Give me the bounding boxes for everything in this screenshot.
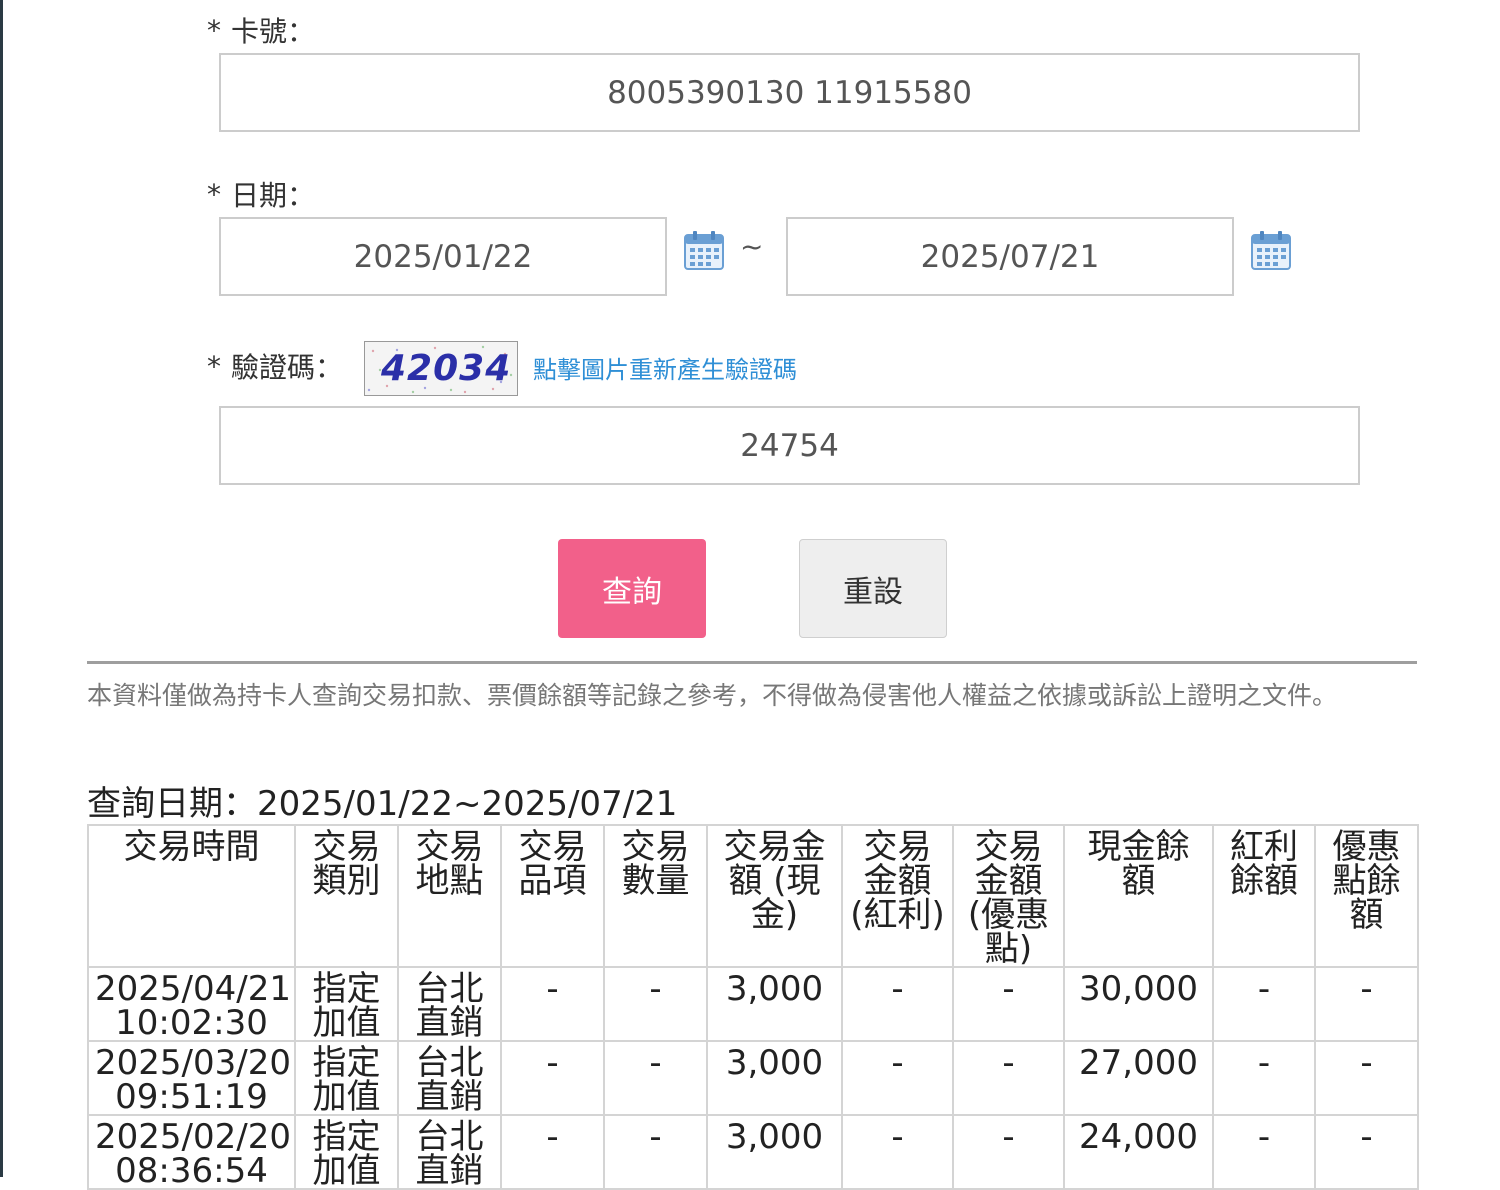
cell-amount-cash: 3,000 xyxy=(706,1114,843,1190)
cell-amount-points: - xyxy=(952,1114,1065,1190)
cell-amount-bonus: - xyxy=(841,1040,954,1116)
calendar-icon[interactable] xyxy=(1250,229,1292,271)
card-number-label: * 卡號： xyxy=(207,10,315,50)
card-number-value: 8005390130 11915580 xyxy=(607,74,972,111)
captcha-label: * 驗證碼： xyxy=(207,346,343,386)
table-row: 2025/03/20 09:51:19 指定加值 台北直銷 - - 3,000 … xyxy=(87,1040,1419,1116)
cell-points-balance: - xyxy=(1314,966,1419,1042)
captcha-input-value: 24754 xyxy=(740,427,839,464)
header-amount-cash: 交易金額 (現金) xyxy=(706,824,843,968)
header-transaction-time: 交易時間 xyxy=(87,824,296,968)
header-amount-points: 交易金額 (優惠點) xyxy=(952,824,1065,968)
required-mark: * xyxy=(207,13,221,47)
cell-amount-bonus: - xyxy=(841,1114,954,1190)
cell-type: 指定加值 xyxy=(294,966,399,1042)
captcha-input[interactable]: 24754 xyxy=(219,406,1360,485)
cell-cash-balance: 30,000 xyxy=(1063,966,1214,1042)
cell-location: 台北直銷 xyxy=(397,1040,502,1116)
date-separator: ~ xyxy=(740,230,764,263)
cell-cash-balance: 27,000 xyxy=(1063,1040,1214,1116)
header-points-balance: 優惠點餘額 xyxy=(1314,824,1419,968)
card-number-input[interactable]: 8005390130 11915580 xyxy=(219,53,1360,132)
cell-type: 指定加值 xyxy=(294,1114,399,1190)
date-label-text: 日期： xyxy=(231,179,316,212)
cell-bonus-balance: - xyxy=(1212,1040,1316,1116)
cell-bonus-balance: - xyxy=(1212,966,1316,1042)
header-transaction-quantity: 交易數量 xyxy=(603,824,708,968)
date-to-value: 2025/07/21 xyxy=(920,238,1100,275)
table-header-row: 交易時間 交易類別 交易地點 交易品項 交易數量 交易金額 (現金) 交易金額 … xyxy=(87,824,1419,968)
cell-item: - xyxy=(500,1040,605,1116)
table-row: 2025/02/20 08:36:54 指定加值 台北直銷 - - 3,000 … xyxy=(87,1114,1419,1190)
cell-time: 2025/03/20 09:51:19 xyxy=(87,1040,296,1116)
query-button[interactable]: 查詢 xyxy=(558,539,706,638)
cell-points-balance: - xyxy=(1314,1114,1419,1190)
table-row: 2025/04/21 10:02:30 指定加值 台北直銷 - - 3,000 … xyxy=(87,966,1419,1042)
date-label: * 日期： xyxy=(207,174,315,214)
cell-quantity: - xyxy=(603,1040,708,1116)
cell-amount-cash: 3,000 xyxy=(706,1040,843,1116)
cell-quantity: - xyxy=(603,1114,708,1190)
header-transaction-item: 交易品項 xyxy=(500,824,605,968)
cell-item: - xyxy=(500,1114,605,1190)
required-mark: * xyxy=(207,349,221,383)
transaction-table: 交易時間 交易類別 交易地點 交易品項 交易數量 交易金額 (現金) 交易金額 … xyxy=(87,824,1419,1190)
window-edge xyxy=(0,0,3,1177)
header-amount-bonus: 交易金額 (紅利) xyxy=(841,824,954,968)
required-mark: * xyxy=(207,177,221,211)
cell-quantity: - xyxy=(603,966,708,1042)
date-from-value: 2025/01/22 xyxy=(353,238,533,275)
captcha-image-text: 42034 xyxy=(381,348,512,389)
cell-location: 台北直銷 xyxy=(397,1114,502,1190)
captcha-image[interactable]: 42034 xyxy=(364,341,518,396)
section-divider xyxy=(87,661,1417,664)
disclaimer-text: 本資料僅做為持卡人查詢交易扣款、票價餘額等記錄之參考，不得做為侵害他人權益之依據… xyxy=(87,681,1338,710)
cell-amount-bonus: - xyxy=(841,966,954,1042)
cell-amount-points: - xyxy=(952,1040,1065,1116)
cell-type: 指定加值 xyxy=(294,1040,399,1116)
captcha-refresh-link[interactable]: 點擊圖片重新產生驗證碼 xyxy=(533,350,797,385)
reset-button[interactable]: 重設 xyxy=(799,539,947,638)
cell-cash-balance: 24,000 xyxy=(1063,1114,1214,1190)
calendar-icon[interactable] xyxy=(683,229,725,271)
captcha-label-text: 驗證碼： xyxy=(231,351,344,384)
cell-time: 2025/02/20 08:36:54 xyxy=(87,1114,296,1190)
cell-time: 2025/04/21 10:02:30 xyxy=(87,966,296,1042)
cell-item: - xyxy=(500,966,605,1042)
cell-amount-cash: 3,000 xyxy=(706,966,843,1042)
header-transaction-type: 交易類別 xyxy=(294,824,399,968)
cell-location: 台北直銷 xyxy=(397,966,502,1042)
cell-points-balance: - xyxy=(1314,1040,1419,1116)
header-bonus-balance: 紅利餘額 xyxy=(1212,824,1316,968)
date-to-input[interactable]: 2025/07/21 xyxy=(786,217,1234,296)
cell-bonus-balance: - xyxy=(1212,1114,1316,1190)
card-number-label-text: 卡號： xyxy=(231,15,316,48)
header-cash-balance: 現金餘額 xyxy=(1063,824,1214,968)
query-date-range: 查詢日期：2025/01/22~2025/07/21 xyxy=(87,784,678,824)
cell-amount-points: - xyxy=(952,966,1065,1042)
header-transaction-location: 交易地點 xyxy=(397,824,502,968)
date-from-input[interactable]: 2025/01/22 xyxy=(219,217,667,296)
